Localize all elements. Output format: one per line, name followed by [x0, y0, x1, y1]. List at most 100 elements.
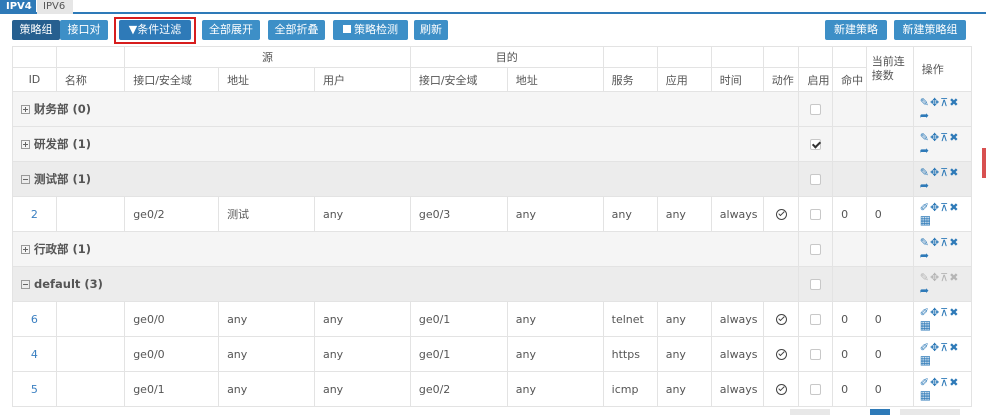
pin-icon[interactable]: ⊼: [940, 96, 948, 109]
edit-icon[interactable]: ✎: [920, 131, 929, 144]
group-row[interactable]: 财务部 (0) ✎✥⊼✖ ➦: [11, 91, 973, 127]
action-header[interactable]: 动作: [762, 67, 800, 92]
tab-ipv4[interactable]: IPV4: [0, 0, 36, 14]
delete-icon[interactable]: ✖: [949, 236, 958, 249]
move-icon[interactable]: ✥: [930, 131, 939, 144]
move-icon[interactable]: ✥: [930, 96, 939, 109]
move-icon[interactable]: ✥: [930, 376, 939, 389]
enable-checkbox[interactable]: [810, 314, 822, 325]
pin-icon[interactable]: ⊼: [940, 166, 948, 179]
hit-header[interactable]: 命中: [832, 67, 867, 92]
delete-icon[interactable]: ✖: [949, 341, 958, 354]
name-header[interactable]: 名称: [55, 67, 126, 92]
expand-icon[interactable]: [21, 245, 30, 254]
share-icon[interactable]: ➦: [920, 284, 929, 297]
app-cell: any: [656, 301, 712, 337]
dest-header: 目的: [409, 46, 604, 68]
app-cell: any: [656, 196, 712, 232]
rule-id[interactable]: 5: [12, 371, 57, 407]
service-header[interactable]: 服务: [602, 67, 658, 92]
enable-checkbox[interactable]: [810, 244, 822, 255]
edit-icon[interactable]: ✎: [920, 96, 929, 109]
dst-iface-header[interactable]: 接口/安全域: [409, 67, 508, 92]
move-icon[interactable]: ✥: [930, 341, 939, 354]
enable-checkbox[interactable]: [810, 279, 822, 290]
pin-icon[interactable]: ⊼: [940, 131, 948, 144]
delete-icon[interactable]: ✖: [949, 166, 958, 179]
src-user-header[interactable]: 用户: [313, 67, 411, 92]
group-row[interactable]: default (3) ✎✥⊼✖ ➦: [11, 266, 973, 302]
enable-checkbox[interactable]: [810, 209, 822, 220]
time-header[interactable]: 时间: [710, 67, 764, 92]
header-row-2: ID 名称 接口/安全域 地址 用户 接口/安全域 地址 服务 应用 时间 动作…: [12, 67, 972, 92]
table-icon[interactable]: ▦: [920, 354, 931, 367]
pin-icon[interactable]: ⊼: [940, 236, 948, 249]
dst-addr-header[interactable]: 地址: [506, 67, 604, 92]
share-icon[interactable]: ➦: [920, 249, 929, 262]
table-row[interactable]: 5 ge0/1 any any ge0/2 any icmp any alway…: [12, 371, 973, 407]
table-row[interactable]: 2 ge0/2 测试 any ge0/3 any any any always …: [12, 196, 973, 232]
src-addr-header[interactable]: 地址: [218, 67, 315, 92]
collapse-all-button[interactable]: 全部折叠: [268, 20, 325, 40]
new-policy-button[interactable]: 新建策略: [825, 20, 887, 40]
filter-button[interactable]: ▼条件过滤: [119, 20, 191, 40]
table-icon[interactable]: ▦: [920, 389, 931, 402]
enable-checkbox[interactable]: [810, 139, 822, 150]
enable-checkbox[interactable]: [810, 349, 822, 360]
policy-group-view-button[interactable]: 策略组: [12, 20, 60, 40]
tab-ipv6[interactable]: IPV6: [37, 0, 73, 14]
collapse-icon[interactable]: [21, 280, 30, 289]
table-icon[interactable]: ▦: [920, 214, 931, 227]
move-icon[interactable]: ✥: [930, 306, 939, 319]
move-icon[interactable]: ✥: [930, 236, 939, 249]
side-tab-edge[interactable]: [982, 148, 986, 178]
enable-header[interactable]: 启用: [798, 67, 834, 92]
rule-id[interactable]: 6: [12, 301, 57, 337]
src-user-cell: any: [313, 196, 411, 232]
move-icon[interactable]: ✥: [930, 166, 939, 179]
policy-table: 源 目的 当前连接数 操作 ID 名称 接口/安全域 地址 用户 接口/安全域 …: [11, 46, 973, 407]
delete-icon[interactable]: ✖: [949, 201, 958, 214]
table-row[interactable]: 4 ge0/0 any any ge0/1 any https any alwa…: [12, 336, 973, 372]
edit-icon[interactable]: ✎: [920, 236, 929, 249]
pin-icon[interactable]: ⊼: [940, 201, 948, 214]
delete-icon[interactable]: ✖: [949, 376, 958, 389]
enable-checkbox[interactable]: [810, 384, 822, 395]
delete-icon[interactable]: ✖: [949, 131, 958, 144]
src-iface-header[interactable]: 接口/安全域: [124, 67, 220, 92]
src-user-cell: any: [313, 301, 411, 337]
delete-icon[interactable]: ✖: [949, 96, 958, 109]
share-icon[interactable]: ➦: [920, 179, 929, 192]
ops-header: 操作: [912, 46, 973, 92]
group-row[interactable]: 测试部 (1) ✎✥⊼✖ ➦: [11, 161, 973, 197]
id-header[interactable]: ID: [12, 67, 57, 92]
move-icon[interactable]: ✥: [930, 201, 939, 214]
enable-checkbox[interactable]: [810, 174, 822, 185]
dst-addr-cell: any: [506, 196, 604, 232]
app-header[interactable]: 应用: [656, 67, 712, 92]
share-icon[interactable]: ➦: [920, 109, 929, 122]
table-icon[interactable]: ▦: [920, 319, 931, 332]
enable-checkbox[interactable]: [810, 104, 822, 115]
pin-icon[interactable]: ⊼: [940, 306, 948, 319]
refresh-button[interactable]: 刷新: [414, 20, 448, 40]
share-icon[interactable]: ➦: [920, 144, 929, 157]
rule-id[interactable]: 2: [12, 196, 57, 232]
app-cell: any: [656, 336, 712, 372]
policy-check-button[interactable]: 策略检测: [333, 20, 408, 40]
expand-icon[interactable]: [21, 105, 30, 114]
group-row[interactable]: 研发部 (1) ✎✥⊼✖ ➦: [11, 126, 973, 162]
expand-all-button[interactable]: 全部展开: [202, 20, 260, 40]
table-row[interactable]: 6 ge0/0 any any ge0/1 any telnet any alw…: [12, 301, 973, 337]
conn-cell: 0: [865, 301, 914, 337]
interface-pair-view-button[interactable]: 接口对: [60, 20, 108, 40]
delete-icon[interactable]: ✖: [949, 306, 958, 319]
new-policy-group-button[interactable]: 新建策略组: [894, 20, 966, 40]
pin-icon[interactable]: ⊼: [940, 376, 948, 389]
pin-icon[interactable]: ⊼: [940, 341, 948, 354]
rule-id[interactable]: 4: [12, 336, 57, 372]
collapse-icon[interactable]: [21, 175, 30, 184]
expand-icon[interactable]: [21, 140, 30, 149]
edit-icon[interactable]: ✎: [920, 166, 929, 179]
group-row[interactable]: 行政部 (1) ✎✥⊼✖ ➦: [11, 231, 973, 267]
